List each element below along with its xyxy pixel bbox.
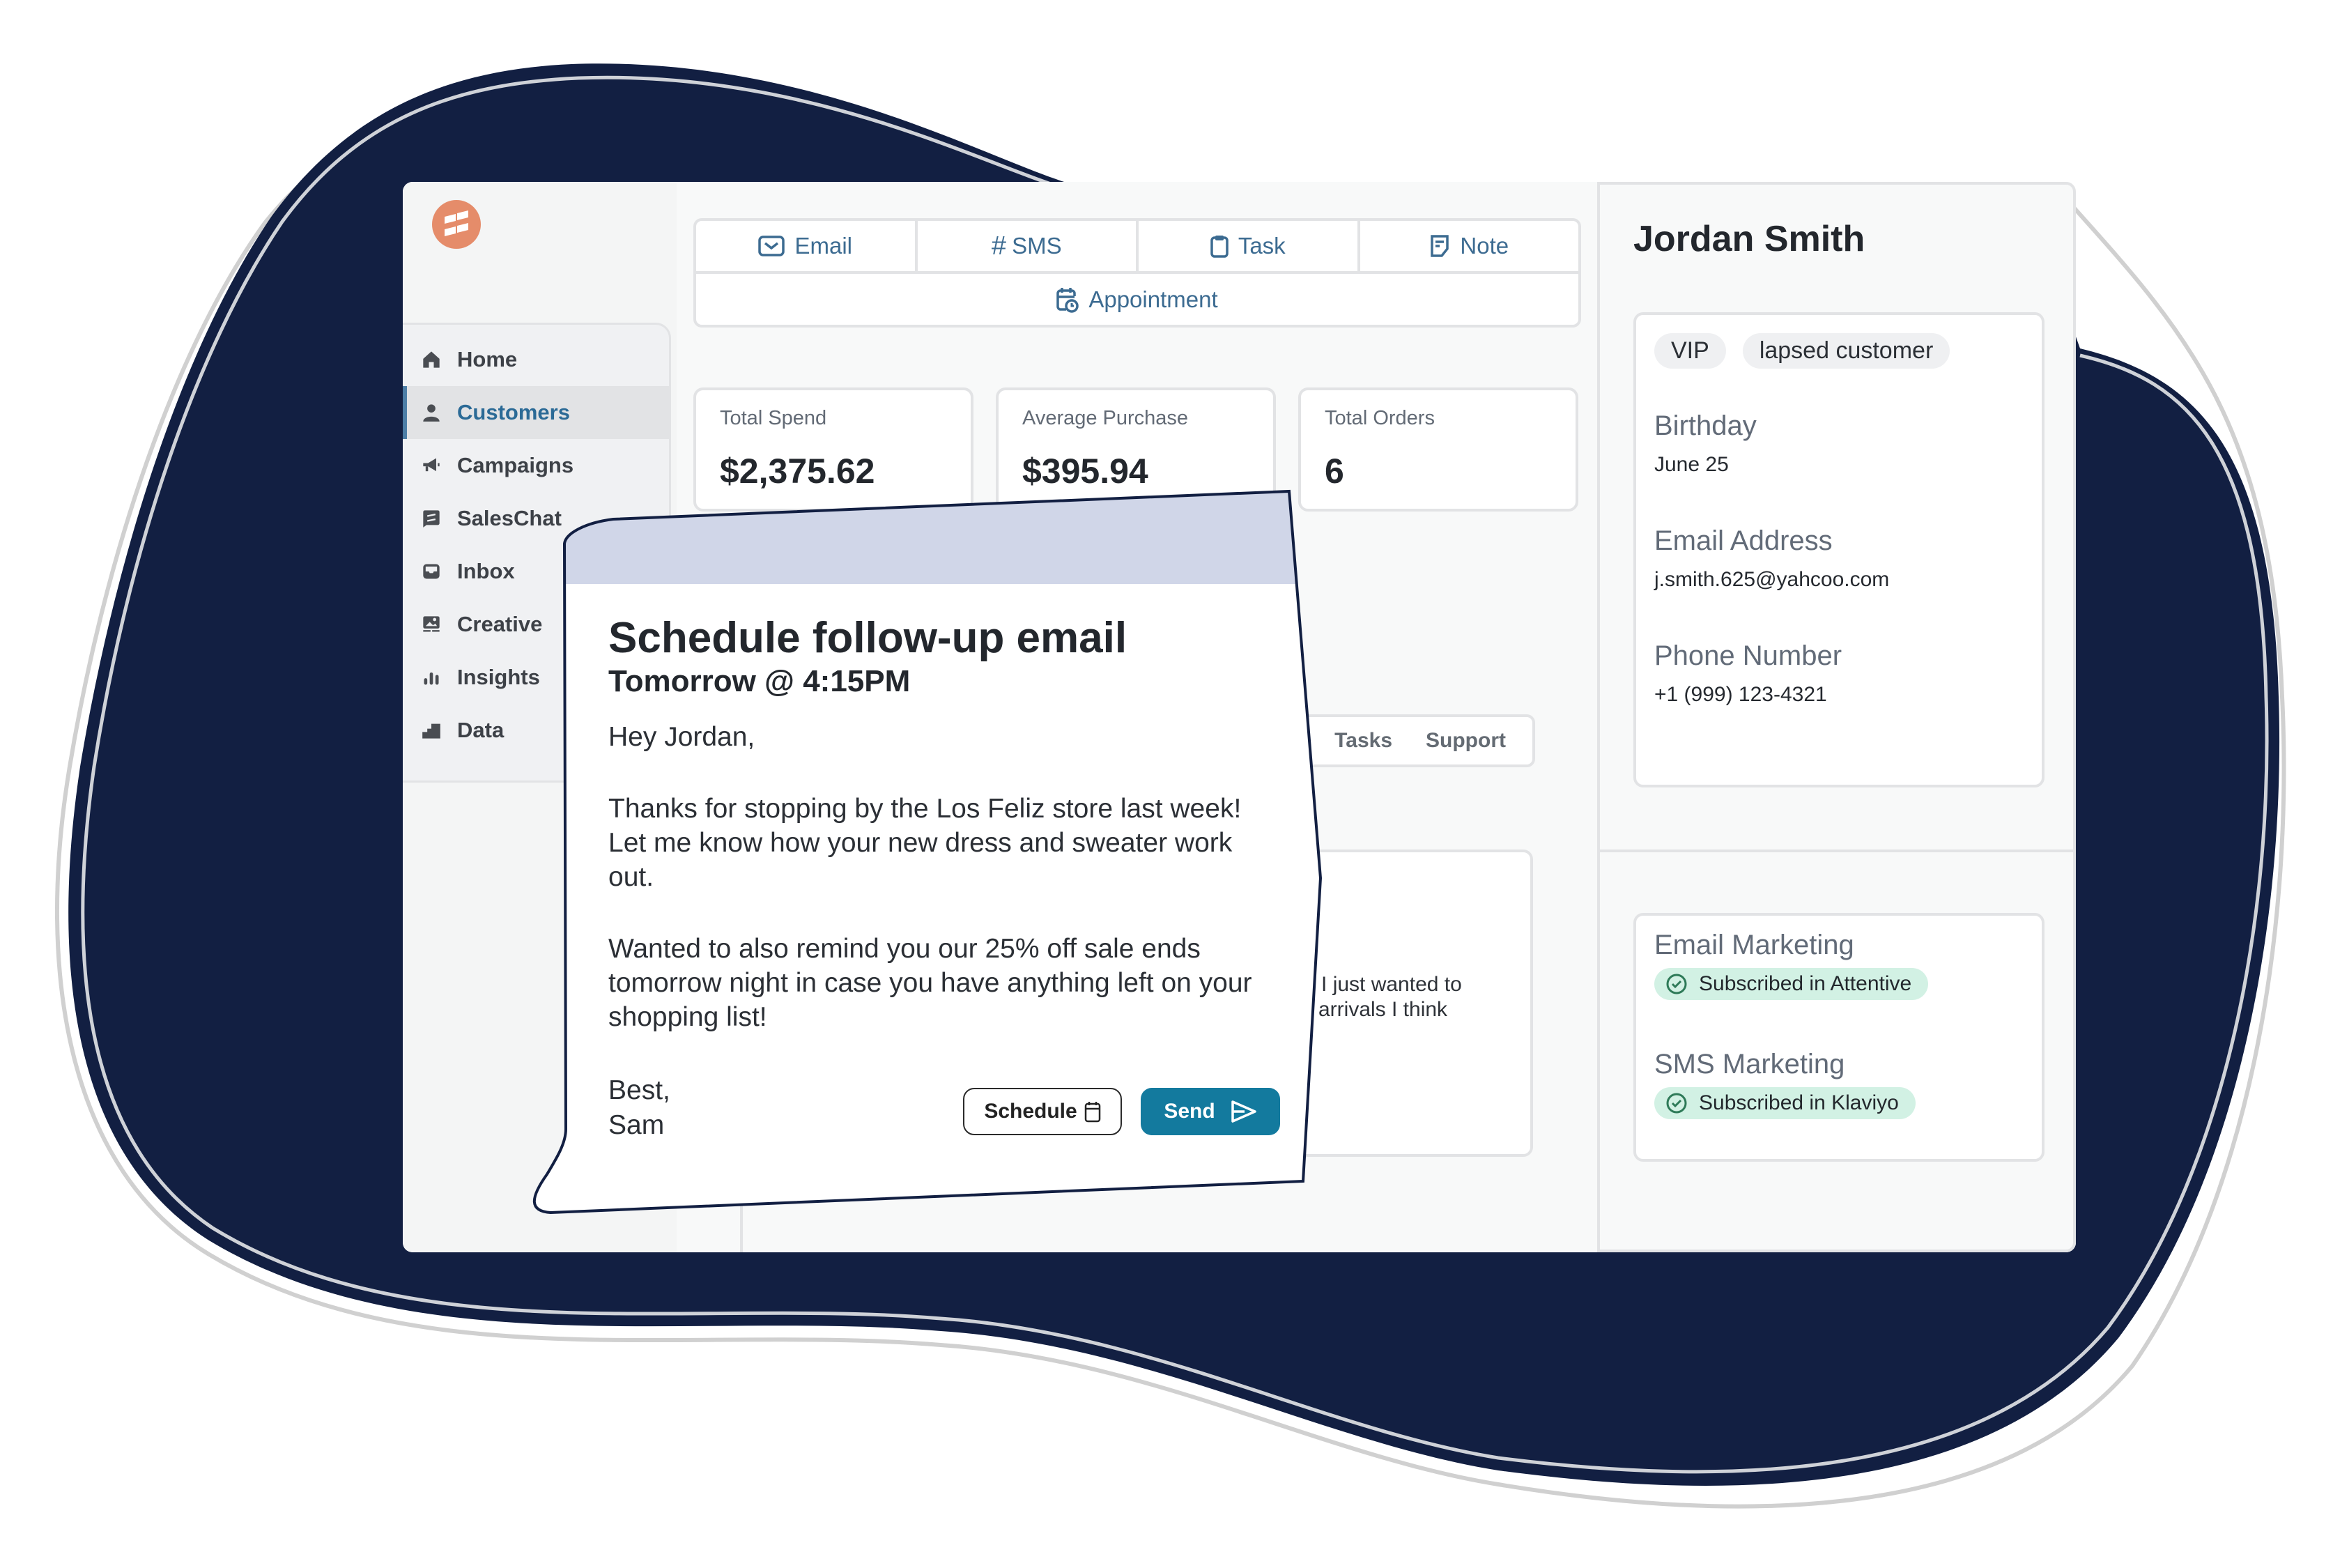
panel-divider xyxy=(1600,850,2073,852)
chat-icon xyxy=(421,508,442,529)
tab-tasks[interactable]: Tasks xyxy=(1334,729,1392,753)
sidebar-item-label: Inbox xyxy=(457,559,515,583)
task-action-button[interactable]: Task xyxy=(1139,221,1360,271)
note-icon xyxy=(1431,235,1449,257)
home-icon xyxy=(421,349,442,370)
sidebar-item-customers[interactable]: Customers xyxy=(403,386,669,439)
email-paragraph-2: Wanted to also remind you our 25% off sa… xyxy=(608,934,1252,1032)
sidebar-item-label: Creative xyxy=(457,612,543,636)
tag-vip[interactable]: VIP xyxy=(1654,333,1726,369)
timeline-line xyxy=(740,1158,743,1252)
phone-value[interactable]: +1 (999) 123-4321 xyxy=(1654,683,2024,707)
send-button[interactable]: Send xyxy=(1141,1088,1280,1135)
tab-support[interactable]: Support xyxy=(1426,729,1506,753)
sms-action-button[interactable]: # SMS xyxy=(918,221,1139,271)
data-icon xyxy=(421,720,442,741)
sidebar-item-home[interactable]: Home xyxy=(403,333,669,386)
send-icon xyxy=(1231,1100,1256,1123)
clipboard-icon xyxy=(1210,236,1229,258)
sidebar-item-label: Insights xyxy=(457,665,540,689)
customer-name: Jordan Smith xyxy=(1633,219,1865,259)
modal-content: Schedule follow-up email Tomorrow @ 4:15… xyxy=(608,613,1277,1072)
marketing-card: Email Marketing Subscribed in Attentive … xyxy=(1633,913,2045,1162)
bar-chart-icon xyxy=(421,667,442,688)
action-bar: Email # SMS Task Note Appointment xyxy=(693,218,1581,328)
calendar-clock-icon xyxy=(1056,287,1079,313)
email-label: Email Address xyxy=(1654,525,1833,556)
activity-tabs: Tasks Support xyxy=(1279,714,1535,767)
stat-card-total-orders: Total Orders 6 xyxy=(1298,387,1578,512)
phone-label: Phone Number xyxy=(1654,640,1842,671)
email-value[interactable]: j.smith.625@yahcoo.com xyxy=(1654,568,2024,592)
brand-logo-icon[interactable] xyxy=(432,200,481,249)
tag-lapsed-customer[interactable]: lapsed customer xyxy=(1742,333,1950,369)
email-action-button[interactable]: Email xyxy=(696,221,918,271)
sidebar-item-label: Customers xyxy=(457,400,570,424)
modal-title: Schedule follow-up email xyxy=(608,614,1127,662)
sidebar-item-label: Data xyxy=(457,718,505,742)
email-signature: Best, Sam xyxy=(608,1075,670,1140)
email-marketing-label: Email Marketing xyxy=(1654,930,1854,960)
sidebar-item-label: Home xyxy=(457,347,518,371)
sms-marketing-label: SMS Marketing xyxy=(1654,1049,1845,1079)
check-circle-icon xyxy=(1666,1093,1687,1114)
check-circle-icon xyxy=(1666,974,1687,994)
note-action-button[interactable]: Note xyxy=(1360,221,1579,271)
user-icon xyxy=(421,402,442,423)
envelope-icon xyxy=(758,236,785,256)
customer-details-card: VIP lapsed customer Birthday June 25 Emai… xyxy=(1633,312,2045,787)
birthday-value: June 25 xyxy=(1654,453,1729,476)
email-marketing-status-badge: Subscribed in Attentive xyxy=(1654,968,1929,1000)
modal-schedule-time: Tomorrow @ 4:15PM xyxy=(608,664,911,698)
email-greeting: Hey Jordan, xyxy=(608,722,755,752)
stat-card-total-spend: Total Spend $2,375.62 xyxy=(693,387,973,512)
appointment-action-button[interactable]: Appointment xyxy=(696,274,1578,325)
sidebar-item-campaigns[interactable]: Campaigns xyxy=(403,439,669,492)
email-body[interactable]: Hey Jordan, Thanks for stopping by the L… xyxy=(608,720,1277,1034)
schedule-button[interactable]: Schedule xyxy=(963,1088,1122,1135)
stat-card-average-purchase: Average Purchase $395.94 xyxy=(996,387,1276,512)
hash-icon: # xyxy=(991,231,1007,261)
inbox-icon xyxy=(421,561,442,582)
calendar-icon xyxy=(1084,1102,1100,1123)
birthday-label: Birthday xyxy=(1654,410,1757,441)
sidebar-item-label: Campaigns xyxy=(457,453,574,477)
image-icon xyxy=(421,614,442,635)
sidebar-item-inbox[interactable]: Inbox xyxy=(403,545,669,598)
sms-marketing-status-badge: Subscribed in Klaviyo xyxy=(1654,1087,1916,1119)
megaphone-icon xyxy=(421,455,442,476)
message-preview-text: so I just wanted to w arrivals I think xyxy=(1293,973,1462,1021)
sidebar-item-saleschat[interactable]: SalesChat xyxy=(403,492,669,545)
email-paragraph-1: Thanks for stopping by the Los Feliz sto… xyxy=(608,794,1242,892)
sidebar-item-label: SalesChat xyxy=(457,506,562,530)
customer-profile-panel: Jordan Smith VIP lapsed customer Birthday… xyxy=(1597,182,2076,1252)
